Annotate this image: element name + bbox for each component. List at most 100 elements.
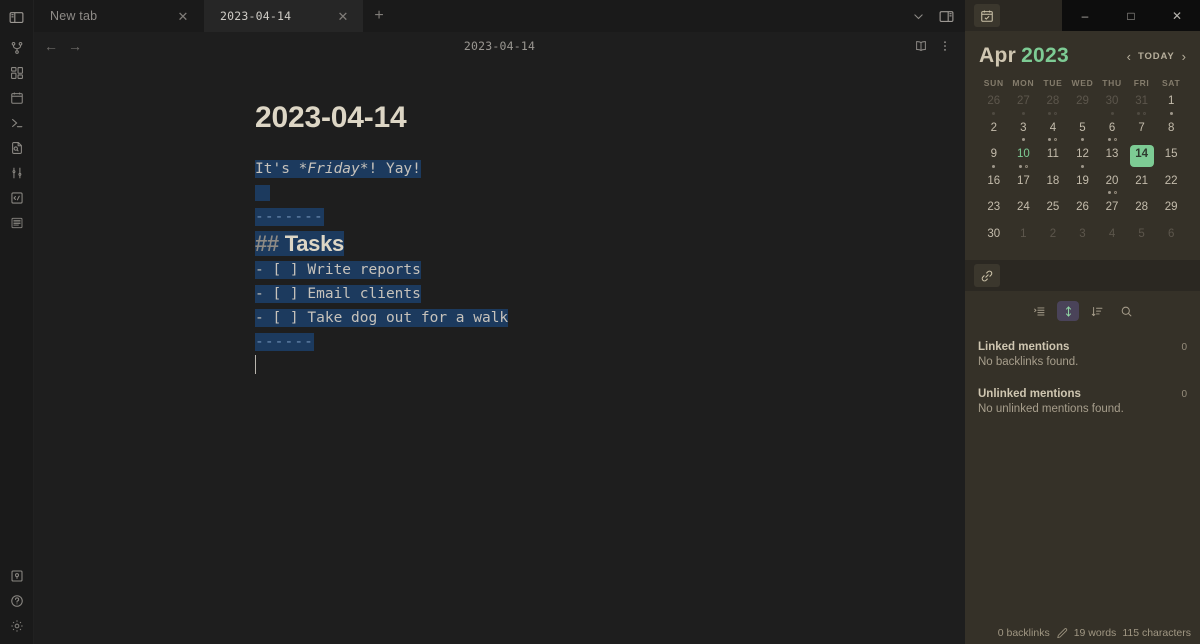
calendar-day-28[interactable]: 28 bbox=[1038, 93, 1068, 120]
calendar-day-4[interactable]: 4 bbox=[1038, 120, 1068, 147]
calendar-day-23[interactable]: 23 bbox=[979, 199, 1009, 226]
backlinks-tab-strip bbox=[965, 260, 1200, 291]
search-icon[interactable] bbox=[1115, 301, 1137, 321]
expand-results-icon[interactable] bbox=[1057, 301, 1079, 321]
calendar-day-dots bbox=[979, 162, 1009, 170]
calendar-cell: 28 bbox=[1038, 93, 1068, 120]
vertical-dots-icon[interactable] bbox=[935, 36, 955, 56]
calendar-day-20[interactable]: 20 bbox=[1097, 173, 1127, 200]
calendar-day-number: 24 bbox=[1016, 201, 1030, 213]
calendar-day-26[interactable]: 26 bbox=[979, 93, 1009, 120]
calendar-day-22[interactable]: 22 bbox=[1156, 173, 1186, 200]
unlinked-mentions-empty: No unlinked mentions found. bbox=[978, 403, 1124, 415]
sliders-icon[interactable] bbox=[0, 160, 34, 185]
close-button[interactable]: ✕ bbox=[1154, 0, 1200, 31]
status-character-count[interactable]: 115 characters bbox=[1122, 627, 1191, 639]
prev-month-button[interactable]: ‹ bbox=[1127, 49, 1131, 64]
calendar-cell: 19 bbox=[1068, 173, 1098, 200]
today-button[interactable]: TODAY bbox=[1138, 51, 1175, 62]
calendar-day-24[interactable]: 24 bbox=[1009, 199, 1039, 226]
calendar-day-6[interactable]: 6 bbox=[1097, 120, 1127, 147]
file-search-icon[interactable] bbox=[0, 135, 34, 160]
doc-line-greeting: It's *Friday*! Yay! bbox=[255, 157, 965, 181]
calendar-day-17[interactable]: 17 bbox=[1009, 173, 1039, 200]
calendar-day-1[interactable]: 1 bbox=[1156, 93, 1186, 120]
calendar-day-15[interactable]: 15 bbox=[1156, 146, 1186, 173]
status-word-count[interactable]: 19 words bbox=[1074, 627, 1117, 639]
vault-icon[interactable] bbox=[0, 563, 34, 588]
calendar-day-12[interactable]: 12 bbox=[1068, 146, 1098, 173]
left-sidebar-toggle-icon[interactable] bbox=[0, 2, 33, 34]
forward-button[interactable]: → bbox=[68, 39, 82, 53]
calendar-day-6[interactable]: 6 bbox=[1156, 226, 1186, 253]
calendar-day-14[interactable]: 14 bbox=[1127, 145, 1157, 173]
calendar-day-dots bbox=[1156, 136, 1186, 144]
dashboard-grid-icon[interactable] bbox=[0, 60, 34, 85]
calendar-day-3[interactable]: 3 bbox=[1009, 120, 1039, 147]
calendar-year[interactable]: 2023 bbox=[1021, 44, 1069, 67]
linked-mentions-row[interactable]: Linked mentions 0 bbox=[978, 333, 1187, 356]
calendar-day-30[interactable]: 30 bbox=[979, 226, 1009, 253]
close-icon[interactable]: ✕ bbox=[175, 8, 191, 24]
note-content[interactable]: 2023-04-14 It's *Friday*! Yay! ------- #… bbox=[34, 100, 965, 378]
calendar-grid: SUN MON TUE WED THU FRI SAT 26 27 28 29 30 31… bbox=[979, 78, 1186, 252]
calendar-day-2[interactable]: 2 bbox=[1038, 226, 1068, 253]
tab-new-tab[interactable]: New tab ✕ bbox=[34, 0, 204, 32]
calendar-cell: 3 bbox=[1009, 120, 1039, 147]
calendar-day-27[interactable]: 27 bbox=[1097, 199, 1127, 226]
calendar-day-26[interactable]: 26 bbox=[1068, 199, 1098, 226]
calendar-day-7[interactable]: 7 bbox=[1127, 120, 1157, 147]
calendar-day-number: 1 bbox=[1167, 95, 1175, 107]
unlinked-mentions-row[interactable]: Unlinked mentions 0 bbox=[978, 380, 1187, 403]
outline-list-icon[interactable] bbox=[0, 210, 34, 235]
calendar-day-number: 16 bbox=[987, 174, 1001, 187]
calendar-icon[interactable] bbox=[0, 85, 34, 110]
next-month-button[interactable]: › bbox=[1182, 49, 1186, 64]
back-button[interactable]: ← bbox=[44, 39, 58, 53]
help-icon[interactable] bbox=[0, 588, 34, 613]
calendar-day-4[interactable]: 4 bbox=[1097, 226, 1127, 253]
calendar-day-1[interactable]: 1 bbox=[1009, 226, 1039, 253]
calendar-day-2[interactable]: 2 bbox=[979, 120, 1009, 147]
git-icon[interactable] bbox=[0, 35, 34, 60]
calendar-day-11[interactable]: 11 bbox=[1038, 146, 1068, 173]
calendar-day-19[interactable]: 19 bbox=[1068, 173, 1098, 200]
calendar-day-13[interactable]: 13 bbox=[1097, 146, 1127, 173]
calendar-day-9[interactable]: 9 bbox=[979, 146, 1009, 173]
calendar-day-21[interactable]: 21 bbox=[1127, 173, 1157, 200]
calendar-day-18[interactable]: 18 bbox=[1038, 173, 1068, 200]
calendar-day-3[interactable]: 3 bbox=[1068, 226, 1098, 253]
calendar-day-5[interactable]: 5 bbox=[1068, 120, 1098, 147]
calendar-day-10[interactable]: 10 bbox=[1009, 146, 1039, 173]
task-dot-icon bbox=[1024, 164, 1028, 168]
sort-order-icon[interactable] bbox=[1086, 301, 1108, 321]
calendar-day-31[interactable]: 31 bbox=[1127, 93, 1157, 120]
backlink-tab-icon[interactable] bbox=[974, 264, 1000, 287]
chevron-down-icon[interactable] bbox=[905, 3, 931, 29]
collapse-results-icon[interactable] bbox=[1028, 301, 1050, 321]
code-box-icon[interactable] bbox=[0, 185, 34, 210]
calendar-day-29[interactable]: 29 bbox=[1156, 199, 1186, 226]
new-tab-button[interactable]: + bbox=[364, 0, 394, 32]
calendar-day-25[interactable]: 25 bbox=[1038, 199, 1068, 226]
minimize-button[interactable]: – bbox=[1062, 0, 1108, 31]
calendar-day-29[interactable]: 29 bbox=[1068, 93, 1098, 120]
maximize-button[interactable]: □ bbox=[1108, 0, 1154, 31]
calendar-day-16[interactable]: 16 bbox=[979, 173, 1009, 200]
calendar-day-28[interactable]: 28 bbox=[1127, 199, 1157, 226]
tab-2023-04-14[interactable]: 2023-04-14 ✕ bbox=[204, 0, 364, 32]
terminal-icon[interactable] bbox=[0, 110, 34, 135]
tab-bar: New tab ✕ 2023-04-14 ✕ + bbox=[34, 0, 965, 32]
calendar-day-27[interactable]: 27 bbox=[1009, 93, 1039, 120]
calendar-day-5[interactable]: 5 bbox=[1127, 226, 1157, 253]
book-open-icon[interactable] bbox=[911, 36, 931, 56]
editor-area[interactable]: 2023-04-14 It's *Friday*! Yay! ------- #… bbox=[34, 60, 965, 644]
status-backlinks-count[interactable]: 0 backlinks bbox=[998, 627, 1050, 639]
calendar-day-30[interactable]: 30 bbox=[1097, 93, 1127, 120]
gear-icon[interactable] bbox=[0, 613, 34, 638]
close-icon[interactable]: ✕ bbox=[335, 8, 351, 24]
calendar-month[interactable]: Apr bbox=[979, 44, 1016, 67]
right-sidebar-toggle-icon[interactable] bbox=[933, 3, 959, 29]
calendar-day-8[interactable]: 8 bbox=[1156, 120, 1186, 147]
calendar-tab-icon[interactable] bbox=[974, 4, 1000, 27]
